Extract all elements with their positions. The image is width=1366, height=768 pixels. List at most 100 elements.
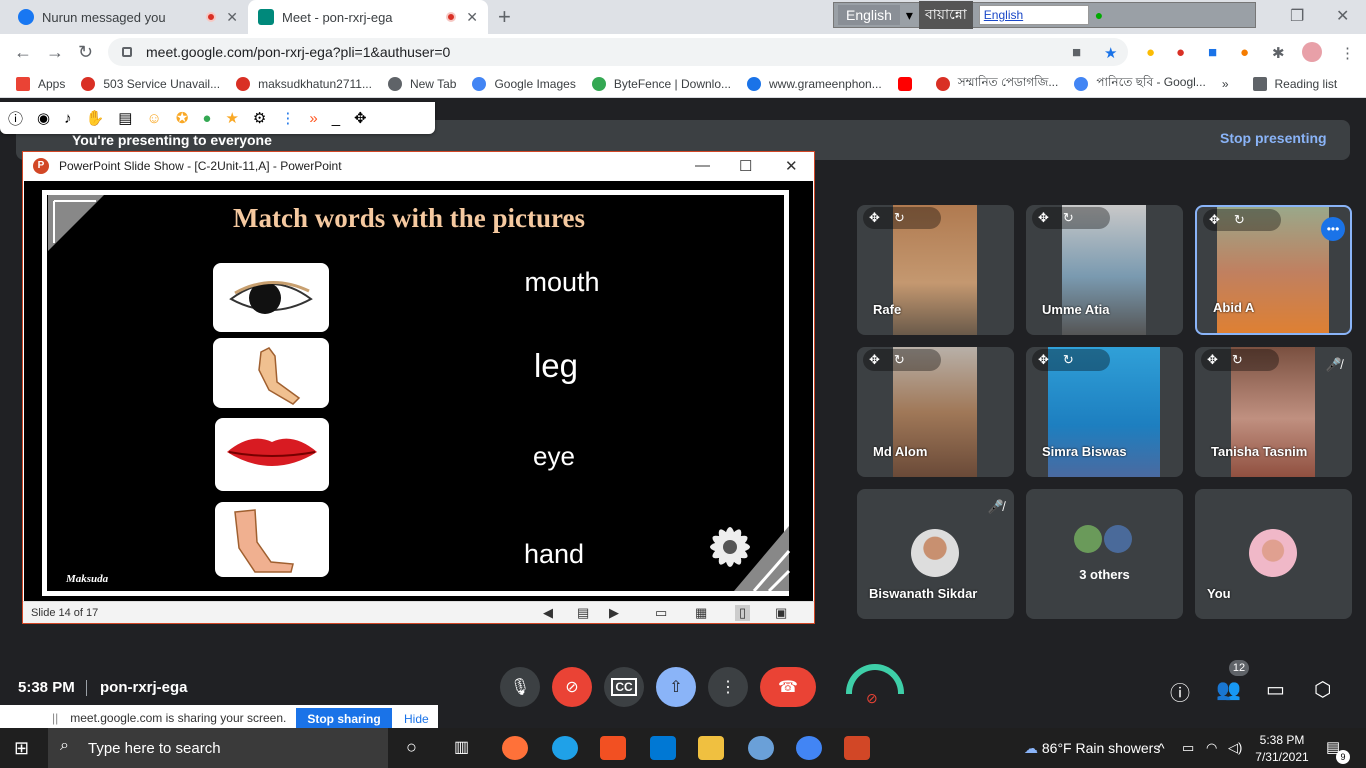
next-slide-icon[interactable]: ▶ <box>609 605 619 621</box>
reading-list-button[interactable]: Reading list <box>1252 76 1337 91</box>
bookmark-item[interactable]: পানিতে ছবি - Googl... <box>1074 74 1206 94</box>
bookmark-item[interactable]: ByteFence | Downlo... <box>591 76 731 91</box>
battery-icon[interactable]: ▭ <box>1182 740 1194 756</box>
captions-button[interactable]: CC <box>604 667 644 707</box>
bookmark-apps[interactable]: Apps <box>16 76 65 91</box>
back-button[interactable]: ← <box>14 42 32 63</box>
weather-widget[interactable]: ☁ 86°F Rain showers <box>1024 740 1160 757</box>
leave-call-button[interactable]: ☎ <box>760 667 816 707</box>
camera-icon[interactable]: ■ <box>1072 44 1081 61</box>
star-icon[interactable]: ★ <box>225 109 238 127</box>
gear-icon[interactable]: ⚙ <box>253 109 266 127</box>
meeting-details-button[interactable]: ⓘ <box>1170 677 1190 706</box>
tab-facebook[interactable]: Nurun messaged you ✕ <box>8 0 248 34</box>
extension-apple-icon[interactable]: ● <box>1176 44 1185 61</box>
input-language-select[interactable]: English <box>978 5 1089 25</box>
participant-tile-abid-a[interactable]: ✥ ↻ ••• Abid A <box>1195 205 1352 335</box>
refresh-icon[interactable]: ↻ <box>1232 352 1243 368</box>
more-bookmarks-button[interactable]: » <box>1222 77 1229 91</box>
participant-tile-tanisha-tasnim[interactable]: ✥ ↻ 🎤̸ Tanisha Tasnim <box>1195 347 1352 477</box>
edge-icon[interactable] <box>552 736 578 760</box>
pin-move-icon[interactable]: ✥ <box>1038 210 1049 226</box>
people-button[interactable]: 👥 <box>1216 677 1241 702</box>
speaker-icon[interactable]: ♪ <box>64 110 72 127</box>
windows-start-icon[interactable]: ⊞ <box>14 738 29 759</box>
pin-move-icon[interactable]: ✥ <box>1207 352 1218 368</box>
refresh-icon[interactable]: ↻ <box>1234 212 1245 228</box>
participant-tile-simra-biswas[interactable]: ✥ ↻ Simra Biswas <box>1026 347 1183 477</box>
close-button[interactable]: ✕ <box>785 157 798 175</box>
reload-button[interactable]: ↻ <box>78 42 93 63</box>
participant-tile-umme-atia[interactable]: ✥ ↻ Umme Atia <box>1026 205 1183 335</box>
mail-icon[interactable] <box>650 736 676 760</box>
eye-icon[interactable]: ◉ <box>37 109 50 127</box>
refresh-icon[interactable]: ↻ <box>1063 210 1074 226</box>
taskbar-search[interactable]: ⌕ Type here to search <box>48 728 388 768</box>
normal-view-icon[interactable]: ▭ <box>655 605 667 621</box>
forward-button[interactable]: → <box>46 42 64 63</box>
info-icon[interactable]: ⓘ <box>8 108 23 129</box>
participant-tile-others[interactable]: 3 others <box>1026 489 1183 619</box>
participant-tile-md-alom[interactable]: ✥ ↻ Md Alom <box>857 347 1014 477</box>
language-label[interactable]: English <box>838 5 900 25</box>
bookmark-item[interactable]: www.grameenphon... <box>747 76 882 91</box>
wifi-icon[interactable]: ◠ <box>1206 740 1217 756</box>
pin-move-icon[interactable]: ✥ <box>869 352 880 368</box>
bookmark-item[interactable]: 503 Service Unavail... <box>81 76 220 91</box>
participant-tile-biswanath-sikdar[interactable]: 🎤̸ Biswanath Sikdar <box>857 489 1014 619</box>
tab-meet[interactable]: Meet - pon-rxrj-ega ✕ <box>248 0 488 34</box>
badge-icon[interactable]: ✪ <box>176 109 189 127</box>
more-icon[interactable]: ⋮ <box>280 109 295 127</box>
microphone-button[interactable]: 🎙 <box>500 667 540 707</box>
slide-menu-icon[interactable]: ▤ <box>577 605 589 621</box>
bookmark-item[interactable]: সম্মানিত পেডাগজি... <box>935 74 1058 94</box>
expand-icon[interactable]: » <box>309 110 317 127</box>
bookmark-star-icon[interactable]: ★ <box>1104 44 1117 62</box>
more-options-button[interactable]: ⋮ <box>708 667 748 707</box>
chat-icon[interactable]: ● <box>202 110 211 127</box>
refresh-icon[interactable]: ↻ <box>894 210 905 226</box>
drag-handle-icon[interactable]: || <box>52 711 58 725</box>
participant-tile-rafe[interactable]: ✥ ↻ Rafe <box>857 205 1014 335</box>
minimize-button[interactable]: — <box>695 157 710 174</box>
move-icon[interactable]: ✥ <box>354 109 367 127</box>
bookmark-item[interactable]: Google Images <box>472 76 576 91</box>
minimize-icon[interactable]: _ <box>332 110 340 127</box>
cortana-icon[interactable]: ○ <box>406 737 417 758</box>
close-window-button[interactable]: ✕ <box>1336 6 1349 26</box>
language-dropdown-icon[interactable]: ▾ <box>906 7 913 24</box>
extension-translate-icon[interactable]: ■ <box>1208 44 1217 61</box>
bookmark-item[interactable] <box>897 76 920 91</box>
task-view-icon[interactable]: ▥ <box>454 737 469 757</box>
close-tab-icon[interactable]: ✕ <box>466 9 478 26</box>
participant-tile-you[interactable]: You <box>1195 489 1352 619</box>
eye-off-icon[interactable]: ⊘ <box>866 690 878 707</box>
lock-icon[interactable] <box>122 47 132 57</box>
file-explorer-icon[interactable] <box>698 736 724 760</box>
chevron-up-icon[interactable]: ^ <box>1158 740 1165 756</box>
extension-bulb-icon[interactable]: ● <box>1146 44 1155 61</box>
pin-move-icon[interactable]: ✥ <box>869 210 880 226</box>
pin-move-icon[interactable]: ✥ <box>1209 212 1220 228</box>
bengali-label[interactable]: বায়ান্নো <box>918 1 973 29</box>
previous-slide-icon[interactable]: ◀ <box>543 605 553 621</box>
refresh-icon[interactable]: ↻ <box>1063 352 1074 368</box>
maximize-button[interactable]: ☐ <box>739 157 752 175</box>
pin-move-icon[interactable]: ✥ <box>1038 352 1049 368</box>
store-icon[interactable] <box>600 736 626 760</box>
bookmark-item[interactable]: maksudkhatun2711... <box>236 76 372 91</box>
reading-view-icon[interactable]: ▯ <box>735 604 751 621</box>
clipboard-icon[interactable]: ▤ <box>118 109 132 127</box>
powerpoint-taskbar-icon[interactable] <box>844 736 870 760</box>
activities-button[interactable]: ⬡ <box>1314 677 1331 702</box>
hide-notice-button[interactable]: Hide <box>404 712 429 726</box>
settings-icon[interactable]: ● <box>1095 7 1103 23</box>
restore-window-button[interactable]: ❐ <box>1290 6 1304 26</box>
stop-sharing-button[interactable]: Stop sharing <box>296 708 392 730</box>
chrome-icon[interactable] <box>796 736 822 760</box>
hand-icon[interactable]: ✋ <box>86 109 105 127</box>
profile-avatar[interactable] <box>1302 42 1322 62</box>
firefox-icon[interactable] <box>502 736 528 760</box>
camera-off-button[interactable]: ⊘ <box>552 667 592 707</box>
stop-presenting-button[interactable]: Stop presenting <box>1220 130 1327 146</box>
